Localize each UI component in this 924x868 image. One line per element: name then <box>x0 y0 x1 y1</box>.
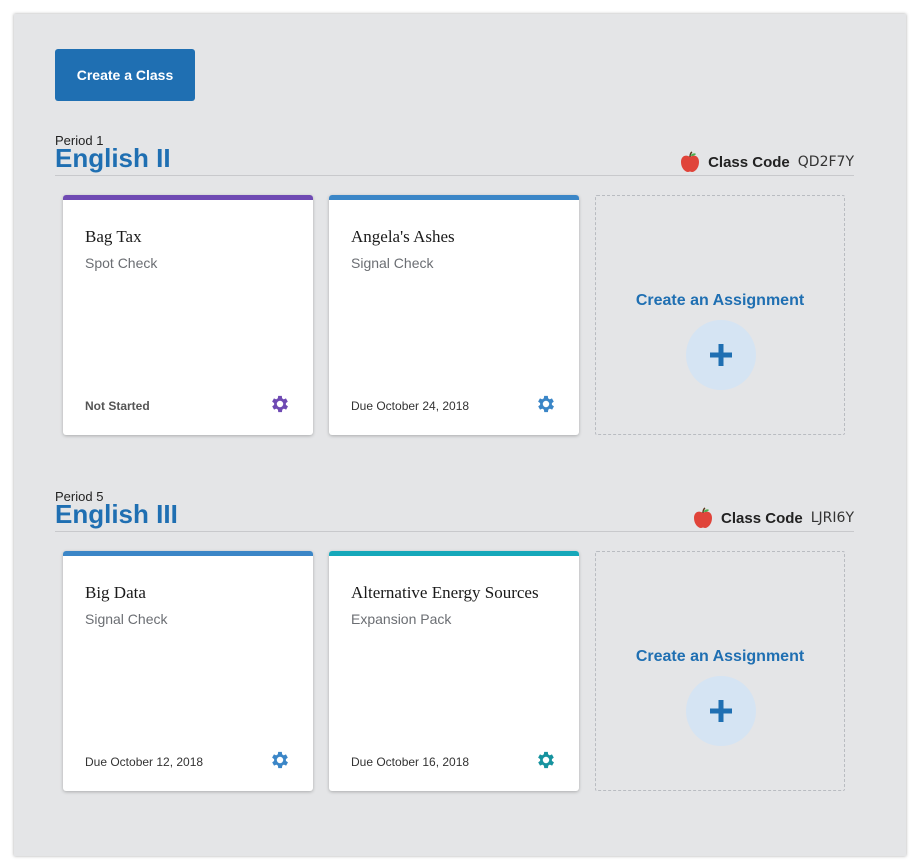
assignment-type: Signal Check <box>85 611 168 627</box>
card-accent-bar <box>63 195 313 200</box>
create-assignment-card[interactable]: Create an Assignment <box>595 195 845 435</box>
apple-icon <box>681 151 700 172</box>
assignment-title: Angela's Ashes Signal Check <box>351 225 561 275</box>
assignment-due-date: Due October 24, 2018 <box>351 399 470 413</box>
class-title[interactable]: English III <box>55 499 178 529</box>
create-assignment-card[interactable]: Create an Assignment <box>595 551 845 791</box>
section-divider <box>55 175 854 176</box>
assignment-card-bag-tax[interactable]: Bag Tax Spot Check Not Started <box>63 195 313 435</box>
card-accent-bar <box>329 195 579 200</box>
assignment-type: Signal Check <box>351 255 434 271</box>
assignment-card-alternative-energy-sources[interactable]: Alternative Energy Sources Expansion Pac… <box>329 551 579 791</box>
class-section-english-ii: Period 1 English II Class Code QD2F7Y <box>55 133 854 176</box>
create-assignment-link[interactable]: Create an Assignment <box>596 648 844 666</box>
class-code-value: LJRI6Y <box>810 510 854 526</box>
class-code: Class Code QD2F7Y <box>680 151 854 173</box>
class-title[interactable]: English II <box>55 143 171 173</box>
assignment-title: Big Data Signal Check <box>85 581 295 631</box>
plus-icon <box>710 344 732 366</box>
gear-icon[interactable] <box>269 393 291 415</box>
assignment-type: Expansion Pack <box>351 611 452 627</box>
gear-icon[interactable] <box>535 393 557 415</box>
assignment-due-date: Due October 16, 2018 <box>351 755 470 769</box>
assignment-status: Not Started <box>85 399 150 413</box>
assignment-card-angelas-ashes[interactable]: Angela's Ashes Signal Check Due October … <box>329 195 579 435</box>
add-assignment-button[interactable] <box>686 320 756 390</box>
class-code-value: QD2F7Y <box>797 154 854 170</box>
class-section-english-iii: Period 5 English III Class Code LJRI6Y <box>55 489 854 532</box>
assignment-title: Bag Tax Spot Check <box>85 225 295 275</box>
gear-icon[interactable] <box>535 749 557 771</box>
section-divider <box>55 531 854 532</box>
create-class-button[interactable]: Create a Class <box>55 49 195 101</box>
gear-icon[interactable] <box>269 749 291 771</box>
class-code-label: Class Code <box>721 509 803 527</box>
assignment-title: Alternative Energy Sources Expansion Pac… <box>351 581 561 631</box>
card-accent-bar <box>63 551 313 556</box>
apple-icon <box>694 507 713 528</box>
plus-icon <box>710 700 732 722</box>
class-code-label: Class Code <box>708 153 790 171</box>
assignment-card-big-data[interactable]: Big Data Signal Check Due October 12, 20… <box>63 551 313 791</box>
add-assignment-button[interactable] <box>686 676 756 746</box>
class-code: Class Code LJRI6Y <box>693 507 854 529</box>
card-accent-bar <box>329 551 579 556</box>
assignment-type: Spot Check <box>85 255 158 271</box>
assignment-due-date: Due October 12, 2018 <box>85 755 204 769</box>
create-assignment-link[interactable]: Create an Assignment <box>596 292 844 310</box>
